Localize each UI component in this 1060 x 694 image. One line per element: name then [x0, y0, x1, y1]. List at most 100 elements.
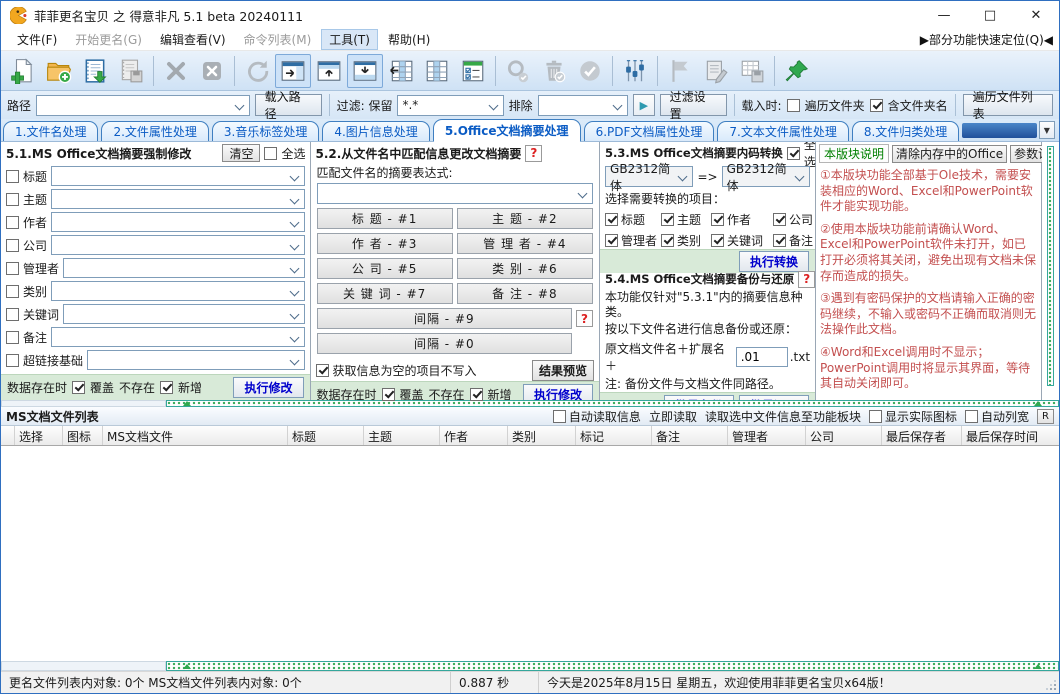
cvt-title-checkbox[interactable] — [605, 213, 618, 226]
menu-file[interactable]: 文件(F) — [9, 29, 65, 50]
pin-button[interactable] — [779, 54, 815, 88]
tab-file-attrs[interactable]: 2.文件属性处理 — [101, 121, 208, 141]
quick-locate-label[interactable]: ▶部分功能快速定位(Q)◀ — [920, 31, 1059, 48]
add-51-checkbox[interactable] — [160, 381, 173, 394]
cvt-category-checkbox[interactable] — [661, 234, 674, 247]
path-combobox[interactable] — [36, 95, 250, 116]
load-path-button[interactable]: 载入路径 — [255, 94, 322, 116]
tab-music-tags[interactable]: 3.音乐标签处理 — [212, 121, 319, 141]
list-hscrollbar[interactable] — [1, 661, 166, 671]
cvt-comments-checkbox[interactable] — [773, 234, 786, 247]
panel-top-toggle[interactable] — [311, 54, 347, 88]
column-header-last-saved-by[interactable]: 最后保存者 — [882, 426, 962, 445]
cvt-company-checkbox[interactable] — [773, 213, 786, 226]
traverse-folders-checkbox[interactable] — [787, 99, 800, 112]
field-keywords-checkbox[interactable] — [6, 308, 19, 321]
column-header-company[interactable]: 公司 — [806, 426, 882, 445]
read-now-link[interactable]: 立即读取 — [649, 408, 697, 425]
field-company-combobox[interactable] — [51, 235, 304, 255]
field-subject-checkbox[interactable] — [6, 193, 19, 206]
tab-file-classify[interactable]: 8.文件归类处理 — [852, 121, 959, 141]
execute-modify-51-button[interactable]: 执行修改 — [233, 377, 303, 398]
reset-columns-button[interactable]: R — [1037, 409, 1054, 424]
cvt-keywords-checkbox[interactable] — [711, 234, 724, 247]
cvt-subject-checkbox[interactable] — [661, 213, 674, 226]
bottom-splitter[interactable] — [166, 661, 1059, 671]
field-category-checkbox[interactable] — [6, 285, 19, 298]
field-title-combobox[interactable] — [51, 166, 304, 186]
clear-office-memory-button[interactable]: 清除内存中的Office — [892, 145, 1007, 163]
encoding-from-combobox[interactable]: GB2312简体 — [605, 166, 693, 187]
column-header-subject[interactable]: 主题 — [364, 426, 440, 445]
tab-filename[interactable]: 1.文件名处理 — [3, 121, 98, 141]
auto-read-checkbox[interactable] — [553, 410, 566, 423]
tab-office-summary[interactable]: 5.Office文档摘要处理 — [433, 119, 581, 142]
field-comments-checkbox[interactable] — [6, 331, 19, 344]
select-columns-button[interactable] — [419, 54, 455, 88]
field-keywords-combobox[interactable] — [63, 304, 304, 324]
add-52-checkbox[interactable] — [470, 388, 483, 401]
field-subject-combobox[interactable] — [51, 189, 304, 209]
apply-filter-button[interactable]: ▶ — [633, 94, 655, 116]
select-all-51-checkbox[interactable] — [264, 147, 277, 160]
insert-comments-button[interactable]: 备 注 - #8 — [457, 283, 593, 304]
column-header-title[interactable]: 标题 — [288, 426, 364, 445]
insert-gap0-button[interactable]: 间隔 - #0 — [317, 333, 573, 354]
column-header-author[interactable]: 作者 — [440, 426, 508, 445]
move-column-left-button[interactable] — [383, 54, 419, 88]
close-button[interactable]: ✕ — [1013, 1, 1059, 29]
insert-subject-button[interactable]: 主 题 - #2 — [457, 208, 593, 229]
show-real-icons-checkbox[interactable] — [869, 410, 882, 423]
column-header-msdoc[interactable]: MS文档文件 — [103, 426, 288, 445]
maximize-button[interactable]: □ — [967, 1, 1013, 29]
field-title-checkbox[interactable] — [6, 170, 19, 183]
insert-category-button[interactable]: 类 别 - #6 — [457, 258, 593, 279]
column-header-mark[interactable]: 标记 — [576, 426, 652, 445]
menu-help[interactable]: 帮助(H) — [380, 29, 438, 50]
column-header-last-saved-time[interactable]: 最后保存时间 — [962, 426, 1059, 445]
new-file-button[interactable] — [5, 54, 41, 88]
exclude-filter-combobox[interactable] — [538, 95, 628, 116]
keep-filter-combobox[interactable]: *.* — [397, 95, 503, 116]
check-options-button[interactable] — [455, 54, 491, 88]
load-list-button[interactable] — [77, 54, 113, 88]
insert-author-button[interactable]: 作 者 - #3 — [317, 233, 453, 254]
field-company-checkbox[interactable] — [6, 239, 19, 252]
insert-title-button[interactable]: 标 题 - #1 — [317, 208, 453, 229]
field-hyperlink-base-checkbox[interactable] — [6, 354, 19, 367]
help-gap-button[interactable]: ? — [576, 310, 593, 327]
tab-image-info[interactable]: 4.图片信息处理 — [322, 121, 429, 141]
tab-overflow-button[interactable]: ▼ — [1039, 121, 1055, 139]
vertical-splitter[interactable] — [1047, 146, 1054, 386]
overwrite-52-checkbox[interactable] — [382, 388, 395, 401]
field-manager-combobox[interactable] — [63, 258, 304, 278]
field-comments-combobox[interactable] — [51, 327, 304, 347]
insert-company-button[interactable]: 公 司 - #5 — [317, 258, 453, 279]
insert-manager-button[interactable]: 管 理 者 - #4 — [457, 233, 593, 254]
panel-right-toggle[interactable] — [275, 54, 311, 88]
column-header-icon[interactable]: 图标 — [63, 426, 103, 445]
insert-keywords-button[interactable]: 关 键 词 - #7 — [317, 283, 453, 304]
include-folder-name-checkbox[interactable] — [870, 99, 883, 112]
menu-tools[interactable]: 工具(T) — [321, 29, 378, 50]
help-52-button[interactable]: ? — [525, 145, 542, 162]
select-all-53-checkbox[interactable] — [787, 147, 800, 160]
overwrite-51-checkbox[interactable] — [72, 381, 85, 394]
clear-fields-button[interactable]: 清空 — [222, 144, 260, 162]
resize-grip[interactable] — [1044, 678, 1058, 692]
minimize-button[interactable]: — — [921, 1, 967, 29]
horizontal-splitter[interactable] — [166, 400, 1059, 407]
column-header-select[interactable]: 选择 — [15, 426, 63, 445]
field-author-combobox[interactable] — [51, 212, 304, 232]
read-selected-link[interactable]: 读取选中文件信息至功能板块 — [705, 408, 861, 425]
open-folder-button[interactable] — [41, 54, 77, 88]
adjust-settings-button[interactable] — [617, 54, 653, 88]
insert-gap9-button[interactable]: 间隔 - #9 — [317, 308, 573, 329]
menu-edit-view[interactable]: 编辑查看(V) — [152, 29, 234, 50]
field-hyperlink-base-combobox[interactable] — [87, 350, 304, 370]
tab-text-attrs[interactable]: 7.文本文件属性处理 — [717, 121, 848, 141]
auto-column-width-checkbox[interactable] — [965, 410, 978, 423]
encoding-to-combobox[interactable]: GB2312简体 — [722, 166, 810, 187]
column-header-category[interactable]: 类别 — [508, 426, 576, 445]
field-author-checkbox[interactable] — [6, 216, 19, 229]
